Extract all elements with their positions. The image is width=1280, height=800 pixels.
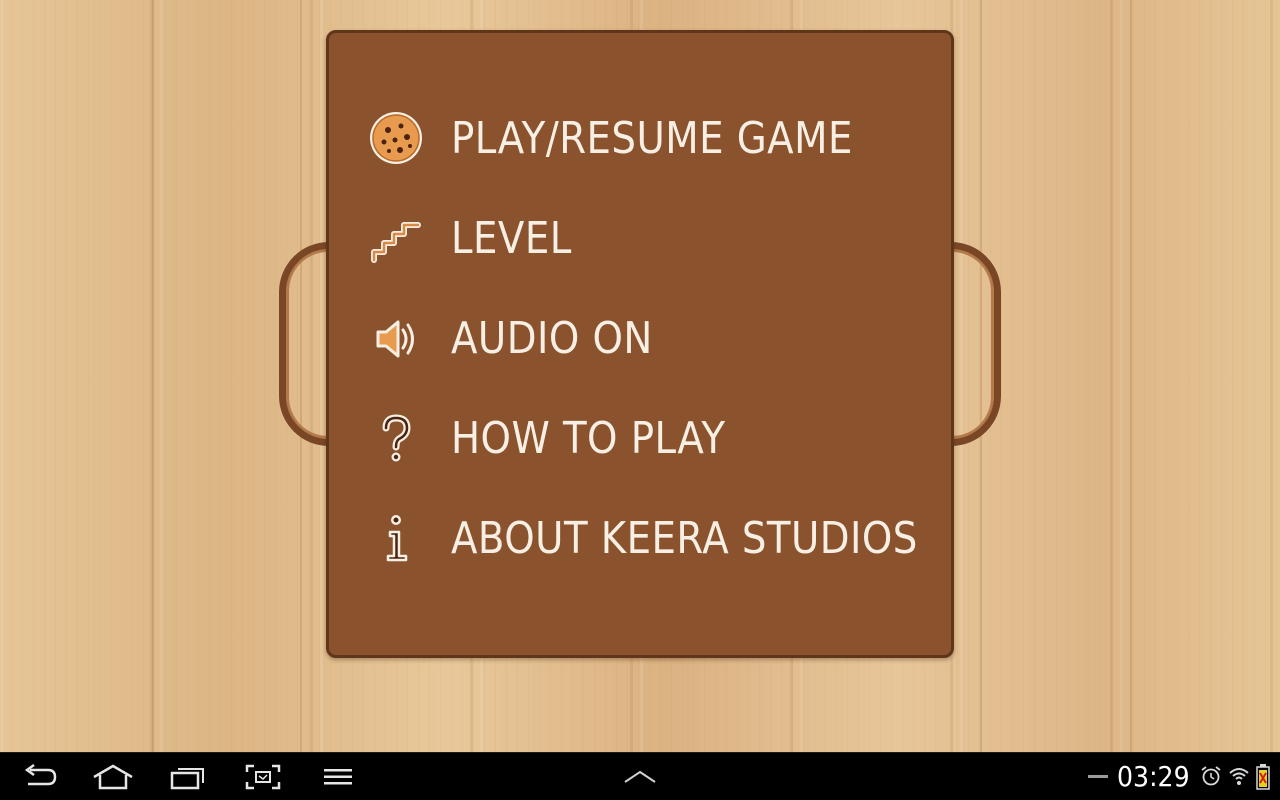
speaker-icon [366,308,426,368]
menu-item-level[interactable]: LEVEL [366,188,926,288]
menu-icon[interactable] [310,761,366,793]
wood-plank-seam [152,0,154,752]
menu-item-label: ABOUT KEERA STUDIOS [451,512,918,564]
back-icon[interactable] [12,761,68,793]
notification-dash-icon [1088,775,1108,779]
menu-item-label: PLAY/RESUME GAME [451,112,853,164]
home-icon[interactable] [85,761,141,793]
menu-item-how-to-play[interactable]: HOW TO PLAY [366,388,926,488]
battery-icon [1256,764,1270,790]
wood-plank-seam [1130,0,1132,752]
alarm-icon [1200,765,1222,787]
question-mark-icon [366,408,426,468]
system-navigation-bar: 03:29 [0,752,1280,800]
status-clock[interactable]: 03:29 [1117,760,1190,794]
main-menu: PLAY/RESUME GAME LEVEL AUDIO ON HOW TO P… [366,88,926,588]
stairs-icon [366,208,426,268]
menu-item-label: AUDIO ON [451,312,653,364]
recent-apps-icon[interactable] [160,761,216,793]
tray-handle-right [949,242,1001,446]
info-icon [366,508,426,568]
menu-item-audio[interactable]: AUDIO ON [366,288,926,388]
wifi-icon [1228,765,1250,787]
menu-item-label: LEVEL [451,212,572,264]
tray-handle-left [279,242,331,446]
cookie-icon [366,108,426,168]
screenshot-icon[interactable] [235,761,291,793]
menu-item-play-resume[interactable]: PLAY/RESUME GAME [366,88,926,188]
menu-item-about[interactable]: ABOUT KEERA STUDIOS [366,488,926,588]
chevron-up-icon[interactable] [612,761,668,793]
menu-item-label: HOW TO PLAY [451,412,726,464]
